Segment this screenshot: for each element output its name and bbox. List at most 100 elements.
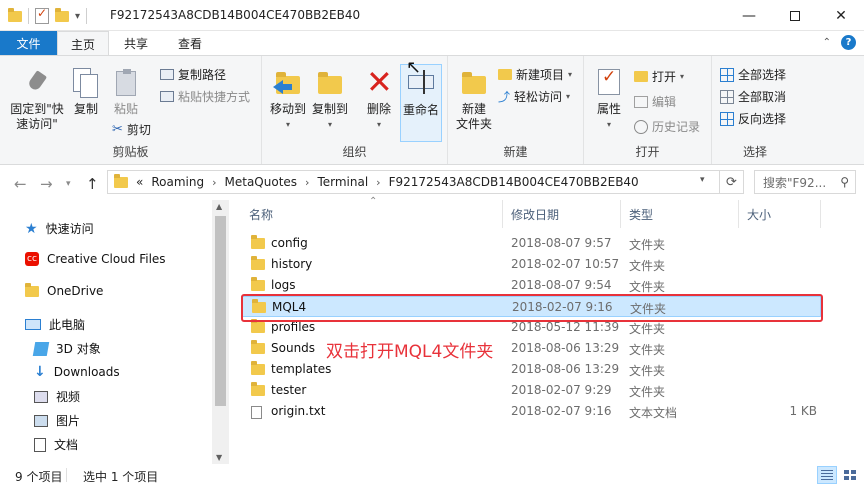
item-count: 9 个项目 <box>15 470 63 484</box>
collapse-ribbon-icon[interactable]: ⌃ <box>823 37 831 48</box>
back-arrow-icon[interactable]: ← <box>14 175 27 193</box>
file-row-origin-txt[interactable]: origin.txt 2018-02-07 9:16 文本文档 1 KB <box>241 401 821 422</box>
scroll-up-icon[interactable]: ▲ <box>216 202 222 211</box>
maximize-button[interactable] <box>772 0 818 31</box>
folder-icon <box>251 361 265 375</box>
select-all-icon <box>720 67 734 82</box>
file-row-history[interactable]: history 2018-02-07 10:57 文件夹 <box>241 254 821 275</box>
forward-arrow-icon[interactable]: → <box>40 175 53 193</box>
address-dropdown-icon[interactable]: ▾ <box>700 175 705 185</box>
refresh-button[interactable]: ⟳ <box>720 170 744 194</box>
new-folder-button[interactable]: 新建 文件夹 <box>452 68 496 132</box>
breadcrumb-separator-icon[interactable]: › <box>305 176 309 189</box>
recent-locations-chevron-icon[interactable]: ▾ <box>66 179 71 189</box>
tab-file[interactable]: 文件 <box>0 31 57 55</box>
scrollbar-thumb[interactable] <box>215 216 226 406</box>
breadcrumb-roaming[interactable]: Roaming <box>151 175 204 189</box>
scroll-down-icon[interactable]: ▼ <box>216 453 222 462</box>
pin-to-quick-access-button[interactable]: 固定到"快 速访问" <box>6 68 68 132</box>
invert-selection-label: 反向选择 <box>738 112 787 126</box>
cut-button[interactable]: ✂ 剪切 <box>112 121 151 138</box>
details-view-button[interactable] <box>817 466 837 484</box>
file-name: profiles <box>271 320 316 334</box>
copy-path-icon <box>160 69 174 80</box>
nav-item-creative-cloud[interactable]: cc Creative Cloud Files <box>25 252 166 266</box>
help-icon[interactable]: ? <box>841 35 856 50</box>
easy-access-button[interactable]: ⤴ 轻松访问 ▾ <box>498 88 570 105</box>
copy-to-button[interactable]: 复制到 ▾ <box>308 68 352 132</box>
folder-icon <box>25 282 39 297</box>
file-type: 文件夹 <box>629 385 666 399</box>
nav-item-videos[interactable]: 视频 <box>34 388 80 405</box>
nav-item-downloads[interactable]: ↓ Downloads <box>34 364 120 380</box>
breadcrumb-metaquotes[interactable]: MetaQuotes <box>225 175 298 189</box>
new-group: 新建 文件夹 新建项目 ▾ ⤴ 轻松访问 ▾ 新建 <box>448 56 584 164</box>
nav-label: Downloads <box>53 365 120 379</box>
breadcrumb-separator-icon[interactable]: › <box>212 176 216 189</box>
status-bar: 9 个项目 选中 1 个项目 <box>0 464 864 487</box>
address-bar[interactable]: « Roaming › MetaQuotes › Terminal › F921… <box>107 170 720 194</box>
select-none-button[interactable]: 全部取消 <box>720 88 786 105</box>
nav-label: 视频 <box>56 390 81 404</box>
search-input[interactable]: 搜索"F92... ⚲ <box>754 170 856 194</box>
tab-view[interactable]: 查看 <box>166 31 214 55</box>
breadcrumb-separator-icon[interactable]: › <box>376 176 380 189</box>
column-header-name[interactable]: 名称 <box>241 200 503 228</box>
paste-shortcut-button[interactable]: 粘贴快捷方式 <box>160 88 250 105</box>
paste-button[interactable]: 粘贴 <box>110 68 142 117</box>
delete-button[interactable]: ✕ 删除 ▾ <box>362 66 396 132</box>
new-folder-label-line1: 新建 <box>461 102 486 116</box>
nav-scrollbar[interactable]: ▲ ▼ <box>212 200 229 464</box>
file-row-templates[interactable]: templates 2018-08-06 13:29 文件夹 <box>241 359 821 380</box>
nav-item-onedrive[interactable]: OneDrive <box>25 282 103 298</box>
up-arrow-icon[interactable]: ↑ <box>86 175 99 193</box>
customize-toolbar-chevron-icon[interactable]: ▾ <box>75 11 80 22</box>
delete-dropdown-icon: ▾ <box>376 120 381 129</box>
copy-path-label: 复制路径 <box>178 68 227 82</box>
new-item-button[interactable]: 新建项目 ▾ <box>498 66 572 83</box>
file-row-config[interactable]: config 2018-08-07 9:57 文件夹 <box>241 233 821 254</box>
column-header-type[interactable]: 类型 <box>621 200 739 228</box>
properties-icon[interactable] <box>35 6 49 24</box>
column-header-size[interactable]: 大小 <box>739 200 821 228</box>
nav-item-pictures[interactable]: 图片 <box>34 412 80 429</box>
large-icons-view-button[interactable] <box>840 466 860 484</box>
select-all-label: 全部选择 <box>738 68 787 82</box>
move-to-button[interactable]: 移动到 ▾ <box>266 68 310 132</box>
breadcrumb-overflow[interactable]: « <box>136 175 143 189</box>
properties-button[interactable]: 属性 ▾ <box>592 68 626 132</box>
properties-dropdown-icon: ▾ <box>606 120 611 129</box>
close-button[interactable]: ✕ <box>818 0 864 31</box>
file-type: 文件夹 <box>629 322 666 336</box>
history-button[interactable]: 历史记录 <box>634 118 700 135</box>
picture-icon <box>34 414 48 427</box>
open-button[interactable]: 打开 ▾ <box>634 68 684 85</box>
open-dropdown-icon: ▾ <box>680 72 685 81</box>
file-name: tester <box>271 383 307 397</box>
minimize-button[interactable]: — <box>726 0 772 31</box>
select-group-label: 选择 <box>742 145 767 159</box>
nav-item-this-pc[interactable]: 此电脑 <box>25 316 85 333</box>
breadcrumb-terminal[interactable]: Terminal <box>317 175 368 189</box>
nav-label: 快速访问 <box>45 222 94 236</box>
download-icon: ↓ <box>34 364 46 380</box>
copy-button[interactable]: 复制 <box>70 68 102 117</box>
breadcrumb-current-folder[interactable]: F92172543A8CDB14B004CE470BB2EB40 <box>389 175 639 189</box>
select-all-button[interactable]: 全部选择 <box>720 66 786 83</box>
invert-selection-button[interactable]: 反向选择 <box>720 110 786 127</box>
nav-item-quick-access[interactable]: ★ 快速访问 <box>25 220 94 237</box>
new-folder-icon[interactable] <box>55 7 69 22</box>
tab-share[interactable]: 共享 <box>112 31 160 55</box>
file-row-tester[interactable]: tester 2018-02-07 9:29 文件夹 <box>241 380 821 401</box>
tab-home[interactable]: 主页 <box>57 31 109 56</box>
nav-item-documents[interactable]: 文档 <box>34 436 78 453</box>
copy-label: 复制 <box>73 102 98 116</box>
copy-path-button[interactable]: 复制路径 <box>160 66 226 83</box>
edit-button[interactable]: 编辑 <box>634 93 676 110</box>
nav-item-3d-objects[interactable]: 3D 对象 <box>32 340 101 357</box>
document-icon <box>34 437 46 452</box>
column-header-date[interactable]: 修改日期 <box>503 200 621 228</box>
file-row-logs[interactable]: logs 2018-08-07 9:54 文件夹 <box>241 275 821 296</box>
navigation-pane: ★ 快速访问 cc Creative Cloud Files OneDrive … <box>0 200 212 464</box>
paste-label: 粘贴 <box>113 102 138 116</box>
